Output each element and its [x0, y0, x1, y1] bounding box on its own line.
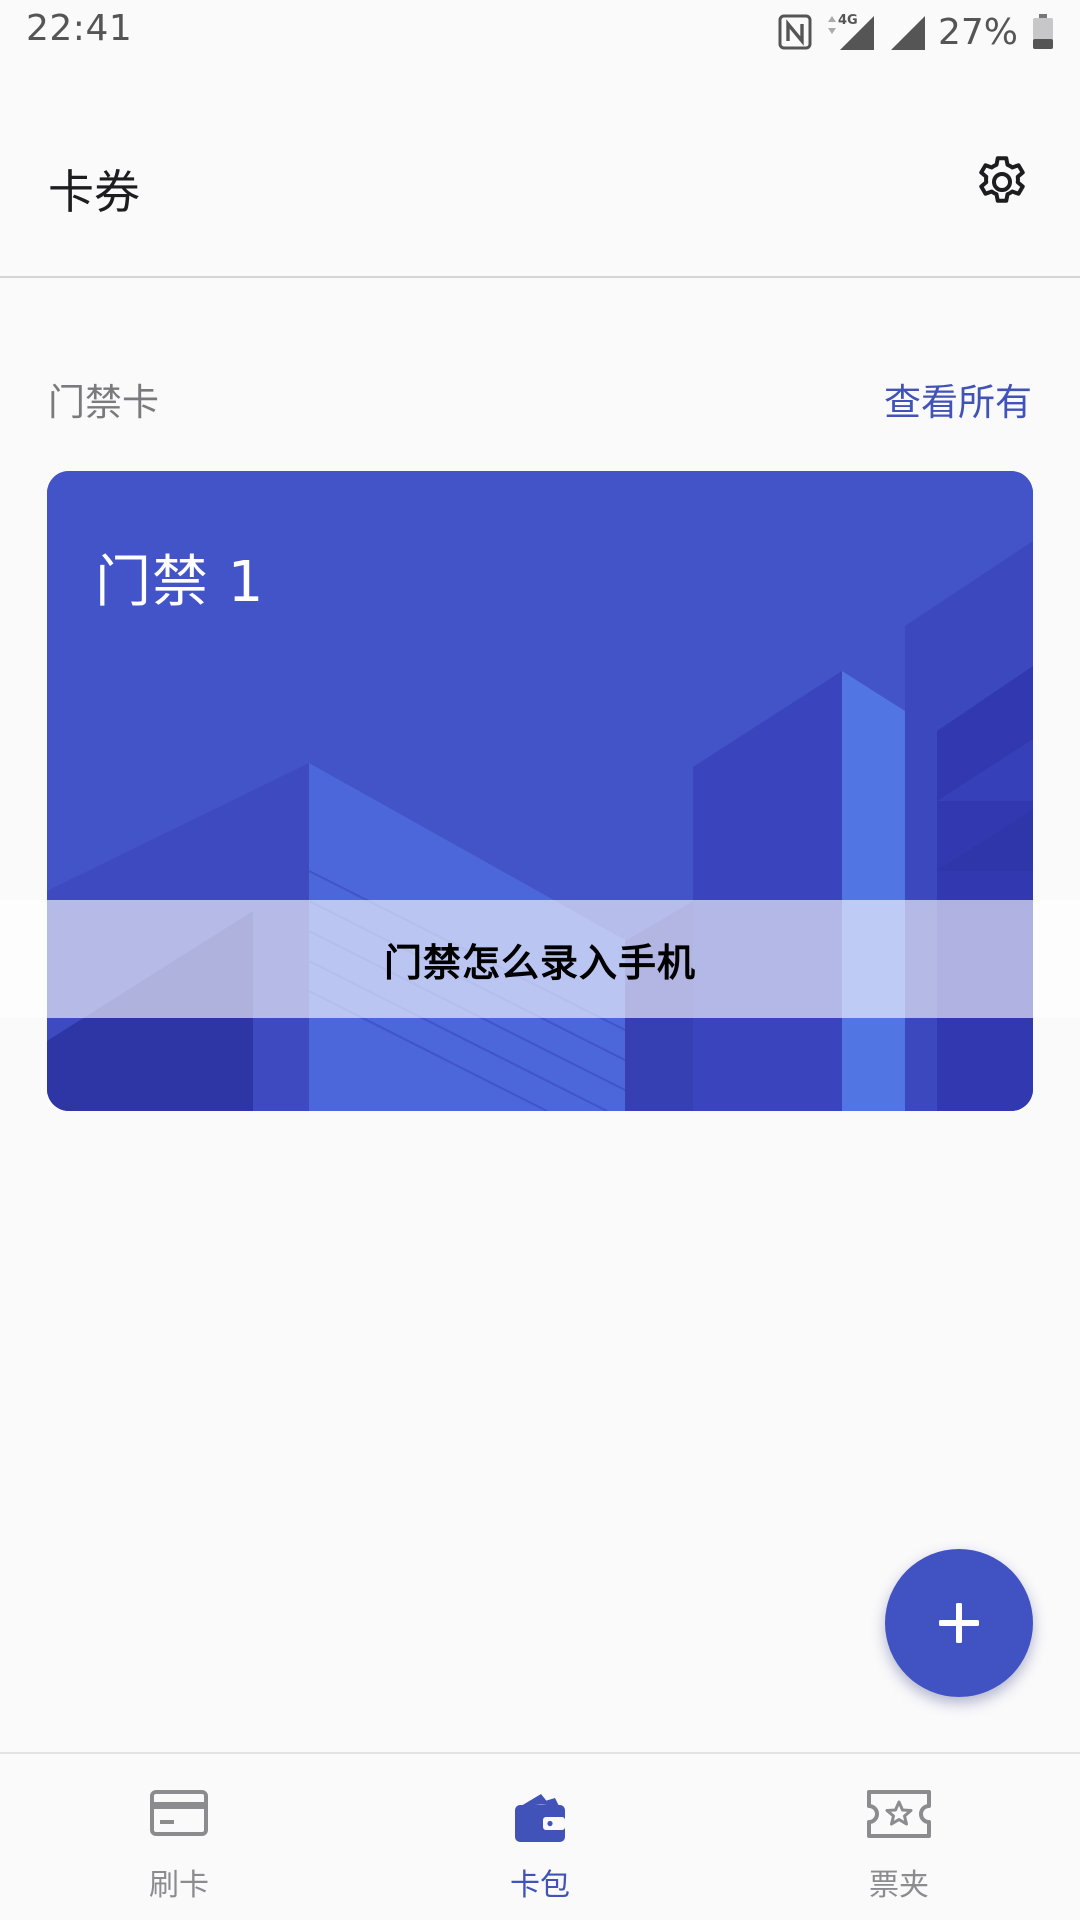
nfc-icon	[778, 14, 812, 50]
network-type-label: 4G	[838, 13, 858, 28]
view-all-link[interactable]: 查看所有	[884, 372, 1032, 426]
nav-label: 刷卡	[149, 1868, 209, 1903]
settings-button[interactable]	[972, 152, 1032, 212]
status-icons: 4G 27%	[778, 8, 1054, 56]
nav-item-ticket-folder[interactable]: 票夹	[799, 1754, 999, 1920]
nav-item-swipe-card[interactable]: 刷卡	[79, 1754, 279, 1920]
card-icon	[150, 1790, 208, 1836]
bottom-navigation: 刷卡 卡包 票夹	[0, 1752, 1080, 1920]
nav-label: 卡包	[510, 1868, 570, 1903]
add-card-button[interactable]	[885, 1549, 1033, 1697]
overlay-banner: 门禁怎么录入手机	[0, 900, 1080, 1018]
nav-label: 票夹	[869, 1868, 929, 1903]
status-bar: 22:41 4G 27%	[0, 0, 1080, 64]
battery-icon	[1033, 14, 1053, 49]
plus-icon	[939, 1603, 979, 1643]
signal-4g-icon: 4G	[827, 13, 874, 50]
nav-item-wallet[interactable]: 卡包	[440, 1754, 640, 1920]
page-title: 卡券	[48, 165, 140, 219]
status-time: 22:41	[26, 8, 133, 49]
ticket-icon	[867, 1790, 931, 1838]
screen: 22:41 4G 27% 卡券 门禁卡 查看所有 门禁 1 门禁怎么录入手机 刷…	[0, 0, 1080, 1920]
signal-icon	[890, 16, 925, 50]
app-header: 卡券	[0, 64, 1080, 278]
section-title: 门禁卡	[48, 381, 159, 424]
battery-percentage: 27%	[937, 11, 1018, 53]
card-name: 门禁 1	[95, 550, 265, 615]
overlay-text: 门禁怎么录入手机	[383, 940, 696, 985]
wallet-icon	[515, 1794, 565, 1842]
gear-icon	[979, 156, 1025, 203]
